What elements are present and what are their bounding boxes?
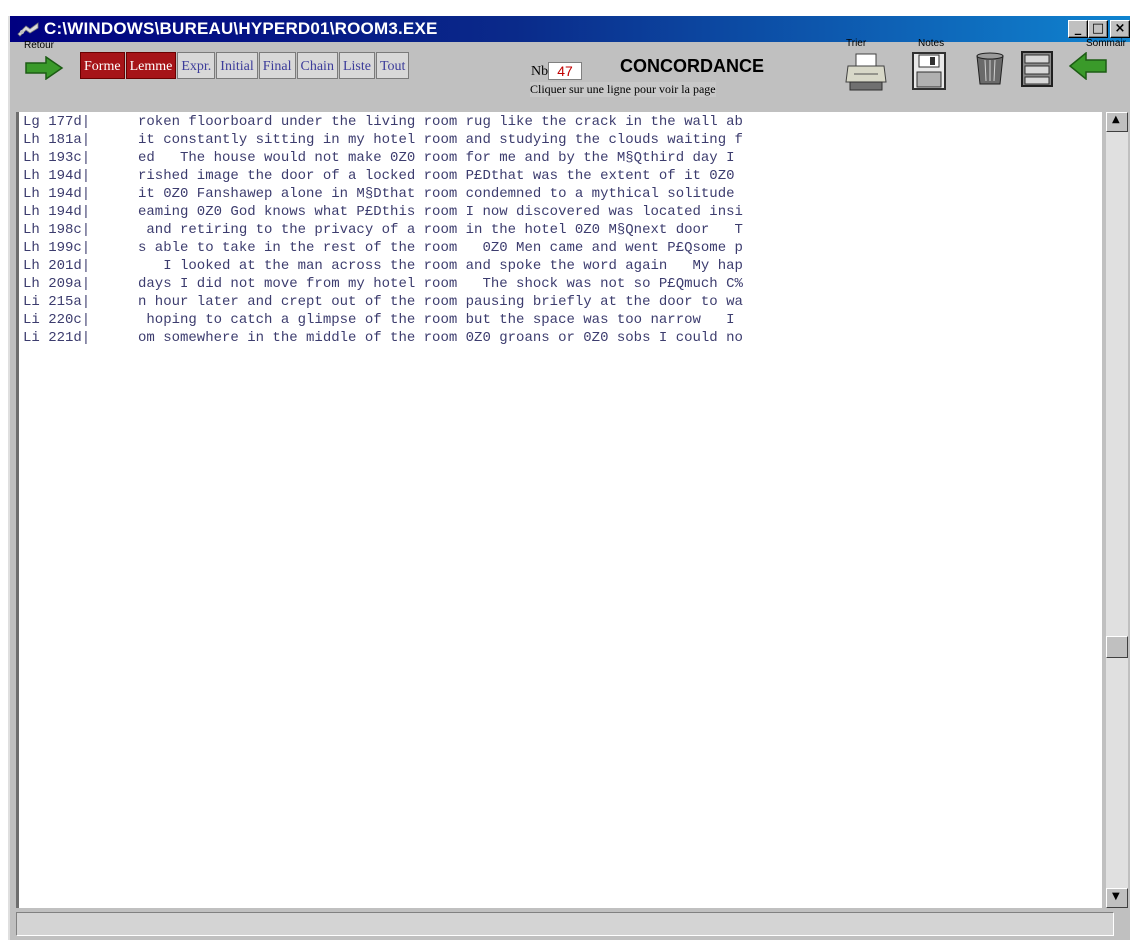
window-title: C:\WINDOWS\BUREAU\HYPERD01\ROOM3.EXE	[44, 19, 438, 38]
close-button[interactable]: ×	[1110, 20, 1130, 38]
trier-label: Trier	[846, 38, 867, 49]
row-reference: Lh 181a|	[23, 132, 91, 148]
trier-button[interactable]: Trier	[838, 38, 894, 94]
row-text: it constantly sitting in my hotel room a…	[138, 132, 743, 148]
concordance-row[interactable]: Lh 201d| I looked at the man across the …	[19, 258, 1102, 276]
row-reference: Lh 194d|	[23, 168, 91, 184]
retour-button[interactable]: Retour	[16, 40, 68, 90]
row-reference: Li 221d|	[23, 330, 91, 346]
concordance-row[interactable]: Lh 199c| s able to take in the rest of th…	[19, 240, 1102, 258]
title-bar: C:\WINDOWS\BUREAU\HYPERD01\ROOM3.EXE _ □…	[10, 16, 1130, 42]
sommaire-button[interactable]: Sommair	[1064, 38, 1130, 94]
app-icon	[17, 22, 39, 37]
back-arrow-icon	[1068, 52, 1107, 80]
minimize-icon: _	[1074, 21, 1082, 36]
tab-final[interactable]: Final	[258, 52, 296, 79]
notes-button[interactable]: Notes	[900, 38, 950, 94]
concordance-row[interactable]: Lh 194d| rished image the door of a locke…	[19, 168, 1102, 186]
row-reference: Lh 209a|	[23, 276, 91, 292]
row-text: eaming 0Z0 God knows what P£Dthis room I…	[138, 204, 743, 220]
trash-button[interactable]	[970, 50, 1010, 94]
file-cabinet-button[interactable]	[1016, 48, 1058, 94]
tab-expr[interactable]: Expr.	[177, 52, 216, 79]
concordance-row[interactable]: Lh 193c| ed The house would not make 0Z0 …	[19, 150, 1102, 168]
tab-chain[interactable]: Chain	[296, 52, 338, 79]
concordance-row[interactable]: Li 220c| hoping to catch a glimpse of th…	[19, 312, 1102, 330]
maximize-icon: □	[1091, 21, 1105, 36]
status-bar	[16, 912, 1114, 936]
nb-count-field: 47	[548, 62, 582, 80]
scroll-up-button[interactable]: ▲	[1106, 112, 1128, 132]
concordance-row[interactable]: Li 215a| n hour later and crept out of th…	[19, 294, 1102, 312]
row-text: rished image the door of a locked room P…	[138, 168, 735, 184]
concordance-list: Lg 177d| roken floorboard under the livin…	[16, 112, 1102, 908]
arrow-down-icon: ▼	[1112, 891, 1120, 902]
arrow-up-icon: ▲	[1112, 114, 1120, 125]
tab-initial[interactable]: Initial	[216, 52, 258, 79]
row-text: roken floorboard under the living room r…	[138, 114, 743, 130]
scroll-down-button[interactable]: ▼	[1106, 888, 1128, 908]
filter-tabs: Forme Lemme Expr. Initial Final Chain Li…	[80, 52, 410, 81]
row-text: n hour later and crept out of the room p…	[138, 294, 743, 310]
file-cabinet-icon	[1021, 51, 1053, 87]
floppy-disk-icon	[912, 52, 946, 90]
sommaire-label: Sommair	[1086, 38, 1127, 49]
tab-tout[interactable]: Tout	[375, 52, 410, 79]
concordance-row[interactable]: Lh 198c| and retiring to the privacy of …	[19, 222, 1102, 240]
scroll-thumb[interactable]	[1106, 636, 1128, 658]
row-text: days I did not move from my hotel room T…	[138, 276, 743, 292]
row-reference: Lh 193c|	[23, 150, 91, 166]
concordance-row[interactable]: Lh 181a| it constantly sitting in my hote…	[19, 132, 1102, 150]
row-reference: Lh 201d|	[23, 258, 91, 274]
tab-liste[interactable]: Liste	[338, 52, 375, 79]
row-reference: Lh 198c|	[23, 222, 91, 238]
vertical-scrollbar[interactable]: ▲ ▼	[1106, 112, 1128, 908]
concordance-row[interactable]: Lh 194d| it 0Z0 Fanshawep alone in M§Dtha…	[19, 186, 1102, 204]
row-text: it 0Z0 Fanshawep alone in M§Dthat room c…	[138, 186, 735, 202]
row-reference: Lh 194d|	[23, 186, 91, 202]
row-text: I looked at the man across the room and …	[138, 258, 743, 274]
concordance-row[interactable]: Lg 177d| roken floorboard under the livin…	[19, 114, 1102, 132]
forward-arrow-icon	[25, 56, 64, 80]
retour-label: Retour	[24, 40, 55, 51]
nb-label: Nb	[531, 64, 549, 79]
concordance-row[interactable]: Li 221d| om somewhere in the middle of th…	[19, 330, 1102, 348]
row-text: hoping to catch a glimpse of the room bu…	[138, 312, 735, 328]
printer-icon	[845, 53, 887, 91]
row-reference: Lh 199c|	[23, 240, 91, 256]
row-text: ed The house would not make 0Z0 room for…	[138, 150, 735, 166]
row-reference: Li 215a|	[23, 294, 91, 310]
row-reference: Li 220c|	[23, 312, 91, 328]
row-text: and retiring to the privacy of a room in…	[138, 222, 743, 238]
concordance-row[interactable]: Lh 209a| days I did not move from my hote…	[19, 276, 1102, 294]
row-reference: Lg 177d|	[23, 114, 91, 130]
concordance-row[interactable]: Lh 194d| eaming 0Z0 God knows what P£Dthi…	[19, 204, 1102, 222]
trash-can-icon	[976, 52, 1004, 85]
page-title: CONCORDANCE	[620, 56, 764, 76]
minimize-button[interactable]: _	[1068, 20, 1088, 38]
row-text: s able to take in the rest of the room 0…	[138, 240, 743, 256]
tab-forme[interactable]: Forme	[80, 52, 125, 79]
notes-label: Notes	[918, 38, 945, 49]
maximize-button[interactable]: □	[1088, 20, 1108, 38]
row-reference: Lh 194d|	[23, 204, 91, 220]
close-icon: ×	[1114, 21, 1126, 36]
tab-lemme[interactable]: Lemme	[125, 52, 177, 79]
row-text: om somewhere in the middle of the room 0…	[138, 330, 743, 346]
instruction-text: Cliquer sur une ligne pour voir la page	[530, 82, 716, 97]
